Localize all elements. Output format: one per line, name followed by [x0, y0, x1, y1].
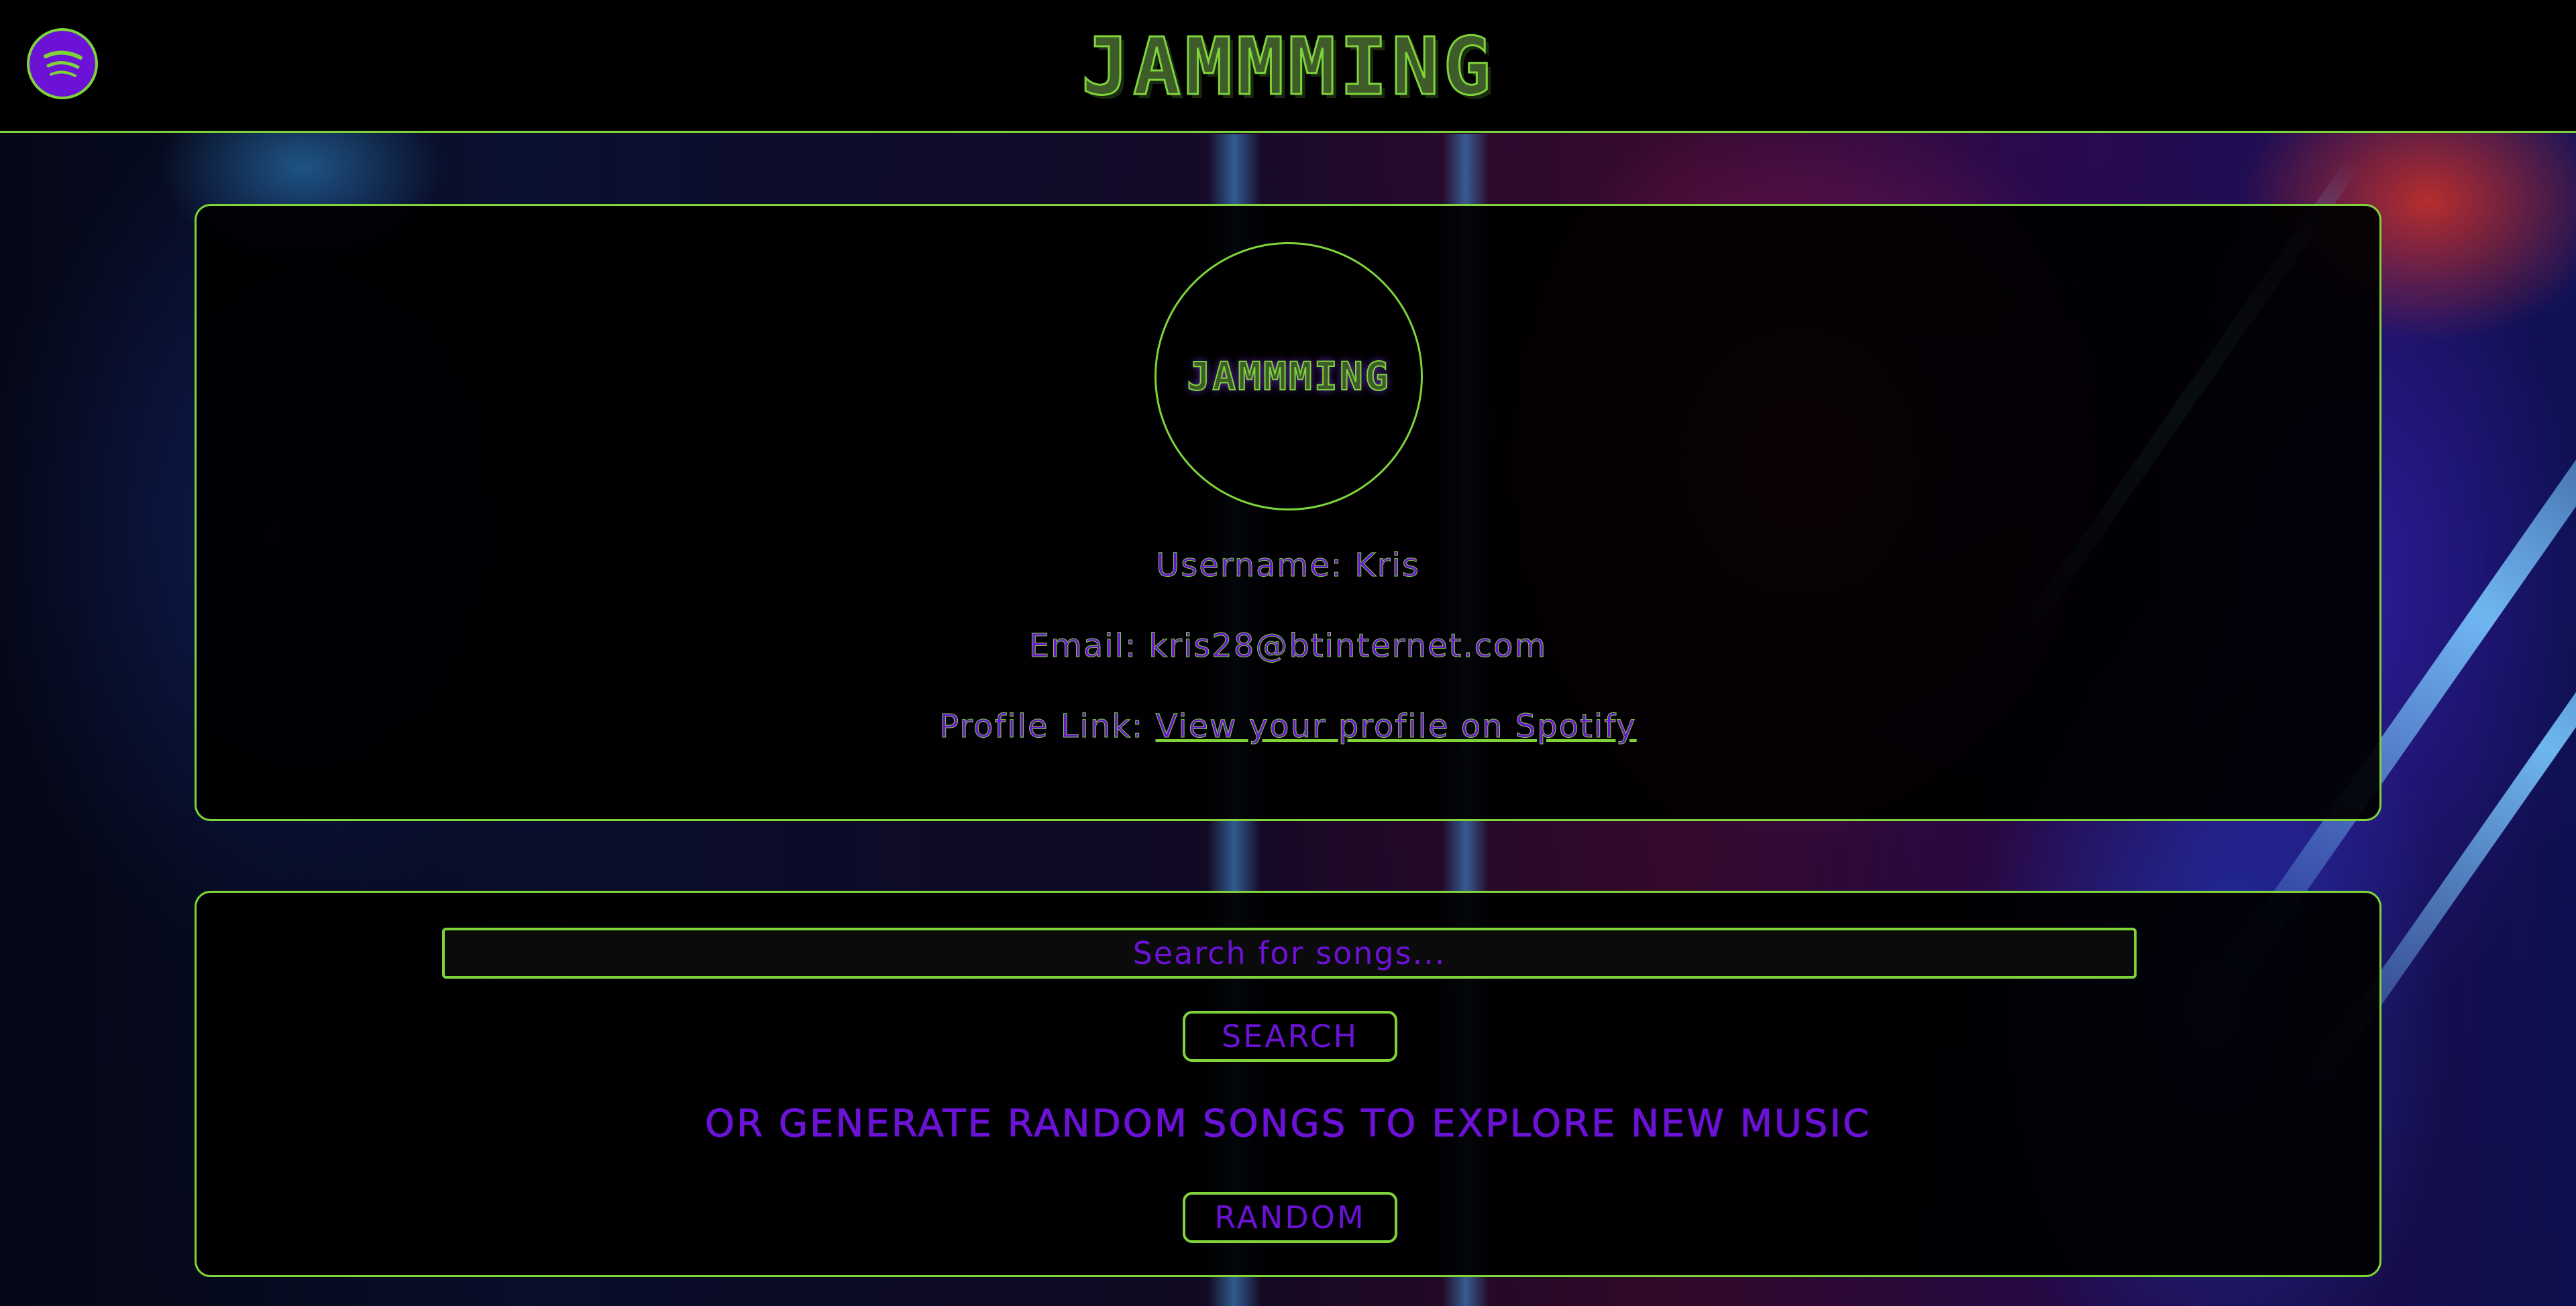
random-button[interactable]: RANDOM: [1183, 1192, 1397, 1243]
username-label: Username:: [1156, 547, 1344, 585]
profile-link-line: Profile Link: View your profile on Spoti…: [197, 708, 2379, 746]
email-label: Email:: [1028, 627, 1138, 665]
explore-prompt-text: OR GENERATE RANDOM SONGS TO EXPLORE NEW …: [704, 1102, 1872, 1146]
search-button[interactable]: SEARCH: [1183, 1011, 1397, 1062]
search-panel: SEARCH OR GENERATE RANDOM SONGS TO EXPLO…: [195, 891, 2381, 1277]
spotify-profile-link[interactable]: View your profile on Spotify: [1155, 708, 1637, 746]
username-line: Username: Kris: [197, 547, 2379, 585]
avatar: JAMMMING: [1155, 242, 1423, 510]
username-value: Kris: [1354, 547, 1420, 585]
avatar-logo-text: JAMMMING: [1186, 353, 1391, 400]
app-header: JAMMMING: [0, 0, 2576, 133]
search-input[interactable]: [442, 928, 2137, 979]
profile-link-label: Profile Link:: [939, 708, 1144, 746]
email-value: kris28@btinternet.com: [1148, 627, 1548, 665]
page: JAMMMING JAMMMING Username: Kris Email: …: [0, 0, 2576, 1306]
profile-panel: JAMMMING Username: Kris Email: kris28@bt…: [195, 204, 2381, 821]
app-logo-title: JAMMMING: [1080, 19, 1495, 114]
email-line: Email: kris28@btinternet.com: [197, 627, 2379, 665]
